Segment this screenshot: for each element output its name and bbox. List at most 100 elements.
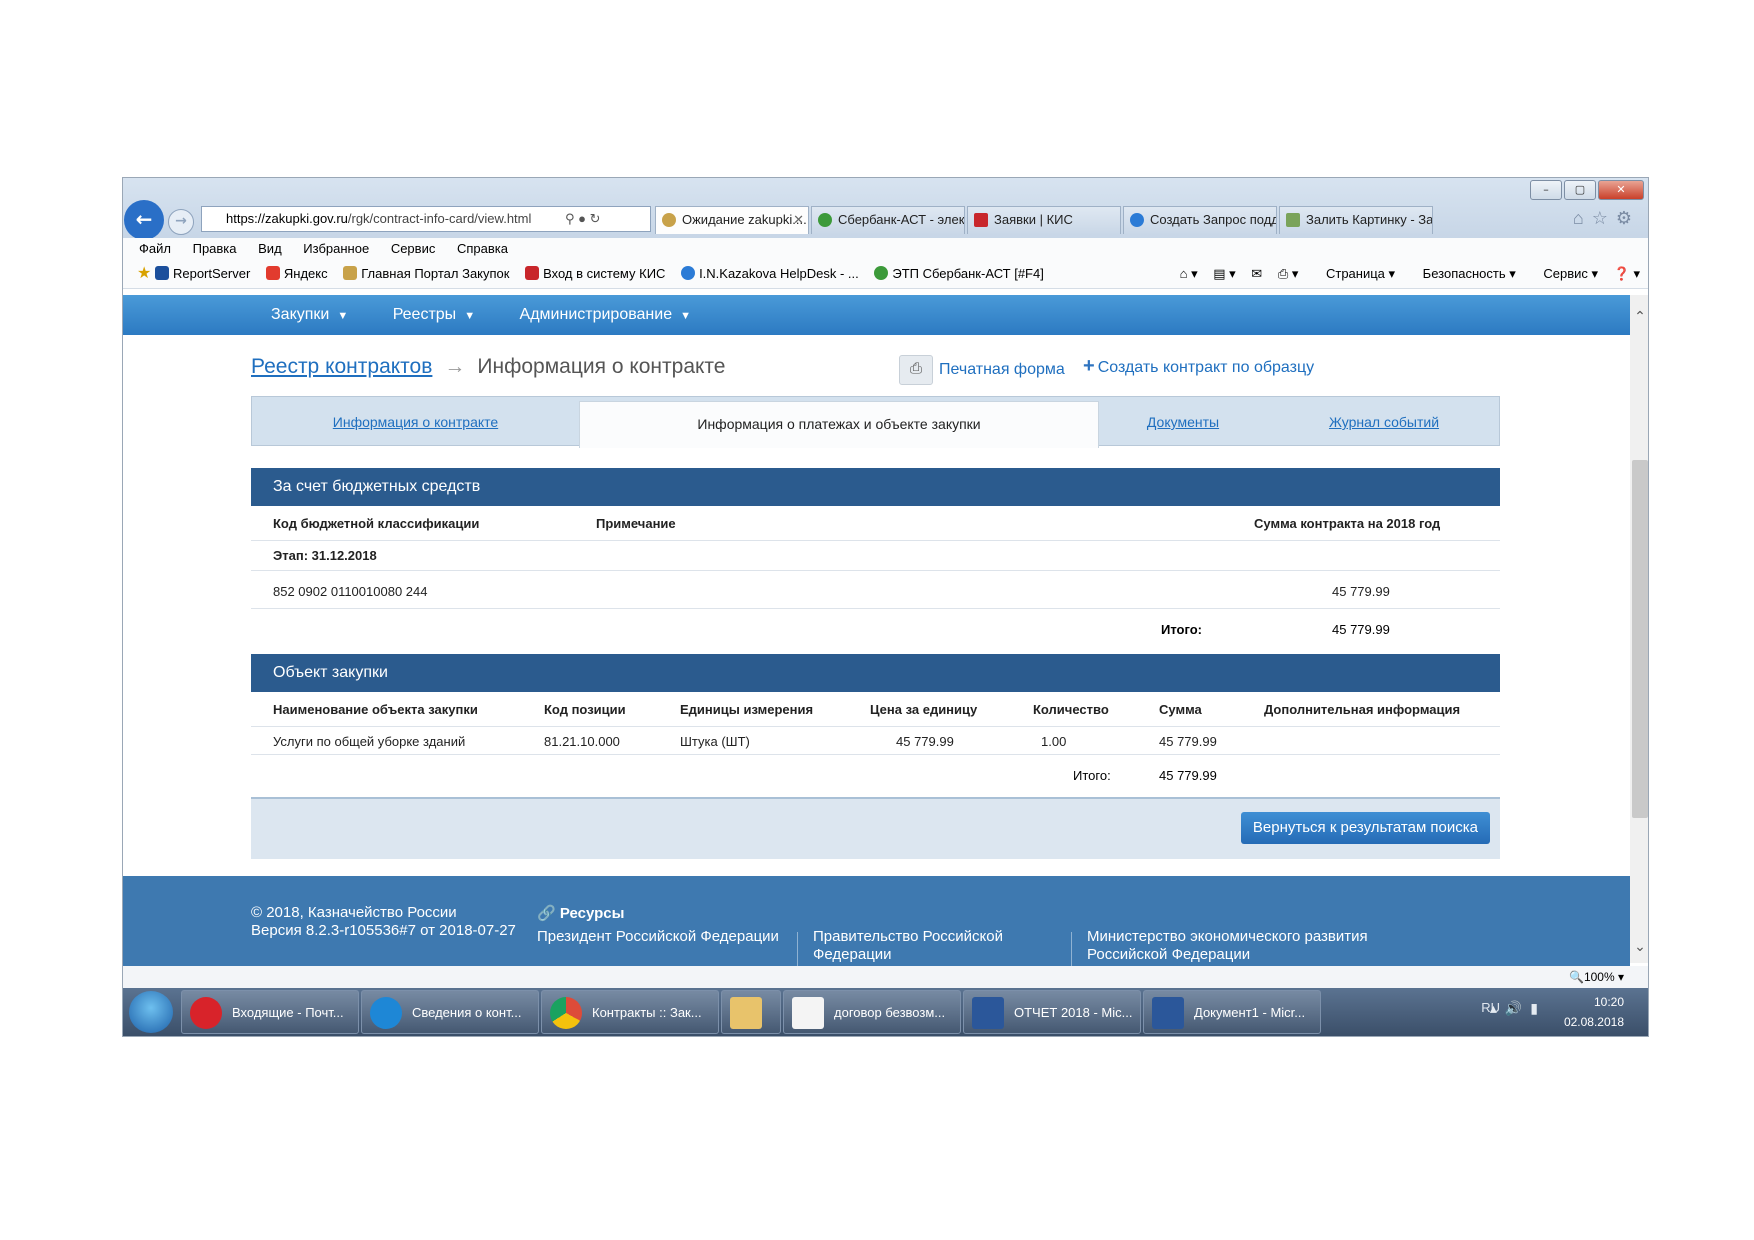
browser-tab[interactable]: Залить Картинку - За...: [1279, 206, 1433, 234]
tab-event-log[interactable]: Журнал событий: [1269, 397, 1499, 445]
clock-time: 10:20: [1593, 995, 1624, 1009]
search-icon[interactable]: ⚲: [565, 211, 575, 226]
menu-file[interactable]: Файл: [139, 241, 171, 256]
refresh-icon[interactable]: ↻: [590, 211, 601, 226]
menu-help[interactable]: Справка: [457, 241, 508, 256]
command-security[interactable]: Безопасность ▾: [1411, 266, 1516, 281]
column-header: Код позиции: [544, 702, 626, 717]
taskbar: Входящие - Почт... Сведения о конт... Ко…: [123, 988, 1648, 1036]
settings-gear-icon[interactable]: ⚙: [1616, 208, 1640, 228]
chrome-icon: [550, 997, 582, 1029]
command-page[interactable]: Страница ▾: [1314, 266, 1395, 281]
menu-bar: Файл Правка Вид Избранное Сервис Справка: [123, 238, 1648, 260]
opera-icon: [190, 997, 222, 1029]
forward-button[interactable]: →: [168, 209, 194, 235]
chevron-up-icon[interactable]: ▴: [1490, 1000, 1505, 1016]
home-icon[interactable]: ⌂ ▾: [1180, 266, 1198, 281]
print-icon[interactable]: ⎙ ▾: [1278, 266, 1299, 281]
url-domain: https://zakupki.gov.ru: [226, 211, 348, 226]
emblem-icon: [343, 266, 358, 280]
nav-administration[interactable]: Администрирование ▼: [520, 306, 691, 323]
help-icon[interactable]: ❓ ▾: [1614, 266, 1640, 281]
browser-tab[interactable]: Заявки | КИС: [967, 206, 1121, 234]
link-icon: 🔗: [537, 905, 556, 922]
total-label: Итого:: [1073, 768, 1111, 783]
table-row: 852 0902 0110010080 244 45 779.99: [251, 570, 1500, 609]
browser-tab[interactable]: Создать Запрос подд...: [1123, 206, 1277, 234]
globe-icon: [1130, 213, 1144, 227]
menu-edit[interactable]: Правка: [193, 241, 237, 256]
sberbank-icon: [874, 266, 889, 280]
taskbar-item[interactable]: Входящие - Почт...: [181, 990, 359, 1034]
favorite-link[interactable]: Яндекс: [265, 266, 328, 281]
minimize-button[interactable]: –: [1530, 180, 1562, 200]
print-form-link[interactable]: ⎙ Печатная форма: [899, 355, 1065, 385]
favorite-link[interactable]: I.N.Kazakova HelpDesk - ...: [681, 266, 859, 281]
budget-stage-row: Этап: 31.12.2018: [251, 540, 1500, 571]
back-to-search-button[interactable]: Вернуться к результатам поиска: [1240, 812, 1490, 844]
taskbar-item[interactable]: Сведения о конт...: [361, 990, 539, 1034]
word-icon: [1152, 997, 1184, 1029]
browser-toolbar-icons: ⌂☆⚙: [1573, 208, 1640, 229]
favorite-link[interactable]: Вход в систему КИС: [525, 266, 665, 281]
taskbar-item[interactable]: Контракты :: Зак...: [541, 990, 719, 1034]
nav-registries[interactable]: Реестры ▼: [393, 306, 475, 323]
command-tools[interactable]: Сервис ▾: [1531, 266, 1598, 281]
taskbar-item[interactable]: ОТЧЕТ 2018 - Mic...: [963, 990, 1141, 1034]
column-header: Дополнительная информация: [1264, 702, 1461, 717]
tab-documents[interactable]: Документы: [1097, 397, 1269, 445]
favorite-link[interactable]: Главная Портал Закупок: [343, 266, 509, 281]
kis-icon: [974, 213, 988, 227]
scroll-down-icon[interactable]: ⌄: [1630, 938, 1648, 955]
budget-amount: 45 779.99: [1332, 584, 1390, 599]
tab-contract-info[interactable]: Информация о контракте: [252, 397, 579, 445]
menu-favorites[interactable]: Избранное: [303, 241, 369, 256]
footer-link[interactable]: Президент Российской Федерации: [537, 928, 779, 945]
start-button[interactable]: [129, 991, 173, 1033]
taskbar-item[interactable]: Документ1 - Micr...: [1143, 990, 1321, 1034]
footer-link[interactable]: Правительство Российской Федерации: [813, 928, 1033, 964]
favorite-link[interactable]: ЭТП Сбербанк-АСТ [#F4]: [874, 266, 1044, 281]
column-header: Количество: [1033, 702, 1109, 717]
favorites-star-icon[interactable]: ★: [137, 265, 151, 282]
nav-purchases[interactable]: Закупки ▼: [271, 306, 348, 323]
footer-link[interactable]: Министерство экономического развития Рос…: [1087, 928, 1407, 964]
taskbar-item[interactable]: [721, 990, 781, 1034]
taskbar-item[interactable]: договор безвозм...: [783, 990, 961, 1034]
object-table-header: Наименование объекта закупки Код позиции…: [251, 692, 1500, 727]
breadcrumb-registry-link[interactable]: Реестр контрактов: [251, 355, 432, 378]
object-price: 45 779.99: [896, 734, 954, 749]
status-bar: 🔍100% ▾: [123, 966, 1648, 988]
tab-payments-info[interactable]: Информация о платежах и объекте закупки: [579, 401, 1099, 448]
arrow-right-icon: →: [444, 355, 466, 378]
favorite-link[interactable]: ReportServer: [154, 266, 250, 281]
menu-tools[interactable]: Сервис: [391, 241, 436, 256]
zoom-control[interactable]: 🔍100% ▾: [1569, 966, 1624, 988]
volume-icon[interactable]: 🔊: [1505, 1000, 1530, 1016]
network-icon[interactable]: ▮: [1530, 1000, 1546, 1016]
browser-tab-title: Залить Картинку - За...: [1306, 212, 1433, 227]
maximize-button[interactable]: ▢: [1564, 180, 1596, 200]
site-top-nav: Закупки ▼ Реестры ▼ Администрирование ▼: [123, 295, 1630, 335]
plus-icon: +: [1083, 355, 1095, 377]
clock[interactable]: 10:20 02.08.2018: [1564, 992, 1624, 1032]
scroll-up-icon[interactable]: ⌃: [1630, 308, 1648, 325]
close-button[interactable]: ✕: [1598, 180, 1644, 200]
budget-code: 852 0902 0110010080 244: [273, 584, 428, 599]
total-amount: 45 779.99: [1332, 622, 1390, 637]
browser-tab-active[interactable]: Ожидание zakupki.... ✕: [655, 206, 809, 234]
scrollbar-thumb[interactable]: [1632, 460, 1648, 818]
report-icon: [154, 266, 169, 280]
menu-view[interactable]: Вид: [258, 241, 282, 256]
internet-explorer-icon: [370, 997, 402, 1029]
chevron-down-icon: ▼: [337, 310, 349, 322]
browser-tab-title: Ожидание zakupki....: [682, 212, 807, 227]
favorites-star-icon[interactable]: ☆: [1592, 208, 1616, 228]
back-button[interactable]: ←: [124, 200, 164, 240]
close-tab-icon[interactable]: ✕: [793, 207, 804, 233]
browser-tab[interactable]: Сбербанк-АСТ - элек...: [811, 206, 965, 234]
mail-icon[interactable]: ✉: [1251, 266, 1262, 281]
create-contract-link[interactable]: + Создать контракт по образцу: [1083, 355, 1314, 378]
rss-icon[interactable]: ▤ ▾: [1213, 266, 1235, 281]
home-icon[interactable]: ⌂: [1573, 208, 1592, 228]
